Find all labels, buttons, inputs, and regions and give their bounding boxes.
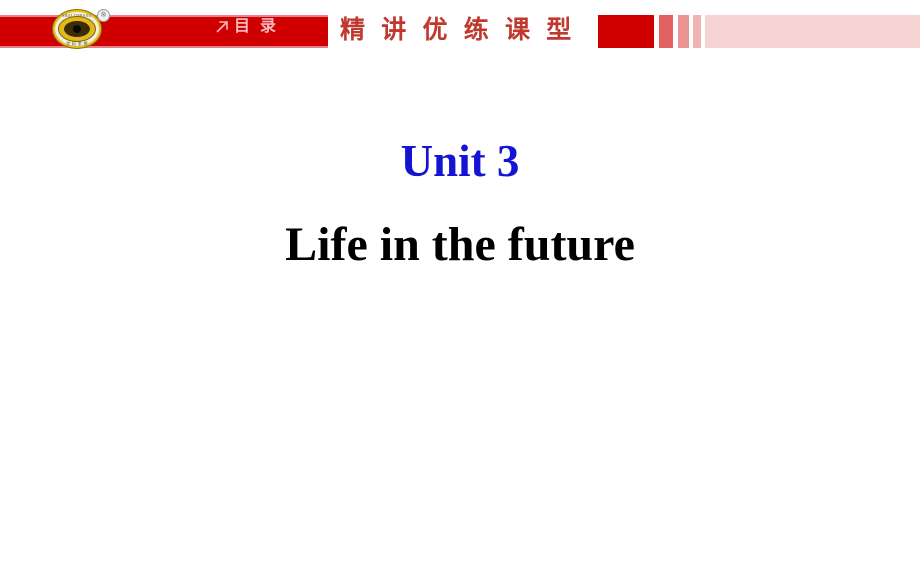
contents-link[interactable]: 目 录: [214, 19, 279, 35]
unit-heading: Unit 3: [400, 136, 520, 186]
logo-pupil-icon: [73, 25, 81, 33]
arrow-up-right-icon: [214, 19, 230, 35]
contents-link-label: 目 录: [234, 18, 280, 35]
brand-logo: SHIJI JINBANG 世 纪 金 榜 ®: [50, 7, 110, 51]
header-decoration-bar-4: [693, 15, 701, 48]
header-decoration-bar-5: [705, 15, 920, 48]
unit-subtitle: Life in the future: [285, 218, 635, 271]
slide-header: SHIJI JINBANG 世 纪 金 榜 ® 目 录 精 讲 优 练 课 型: [0, 0, 920, 62]
header-decoration-bar-2: [659, 15, 673, 48]
logo-ring-bottom-label: 世 纪 金 榜: [66, 40, 88, 46]
slide-content-area: Unit 3 Life in the future: [0, 62, 920, 575]
header-decoration-bar-1: [598, 15, 654, 48]
header-decoration-bar-3: [678, 15, 689, 48]
registered-trademark-icon: ®: [97, 9, 110, 22]
banner-title: 精 讲 优 练 课 型: [340, 17, 577, 44]
